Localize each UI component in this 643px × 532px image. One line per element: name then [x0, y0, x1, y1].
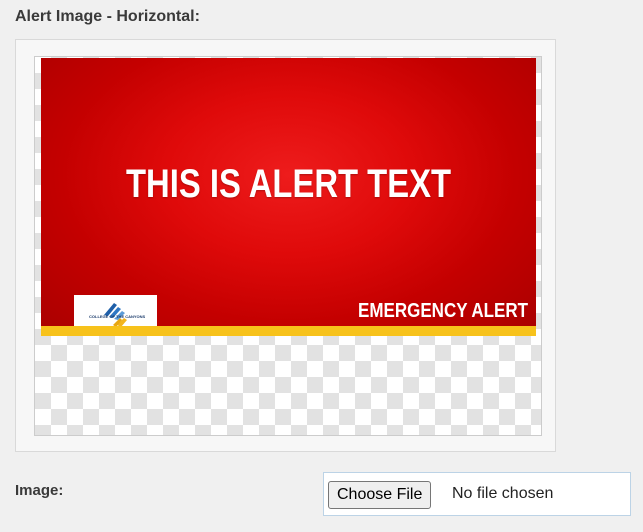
file-status-text: No file chosen — [452, 485, 554, 502]
alert-headline: THIS IS ALERT TEXT — [126, 162, 451, 206]
image-field-label: Image: — [15, 482, 64, 499]
alert-image-horizontal-label: Alert Image - Horizontal: — [15, 8, 200, 25]
logo-caption: COLLEGE OF THE CANYONS — [89, 314, 146, 319]
alert-image-preview: THIS IS ALERT TEXT COLLEGE OF THE CANYON… — [41, 58, 536, 336]
emergency-alert-label: EMERGENCY ALERT — [357, 300, 528, 322]
choose-file-button[interactable]: Choose File — [328, 481, 432, 509]
image-file-input[interactable]: Choose File No file chosen — [323, 472, 631, 516]
yellow-stripe — [41, 326, 536, 336]
image-preview-frame: THIS IS ALERT TEXT COLLEGE OF THE CANYON… — [15, 39, 556, 452]
transparency-checkerboard: THIS IS ALERT TEXT COLLEGE OF THE CANYON… — [34, 56, 542, 436]
